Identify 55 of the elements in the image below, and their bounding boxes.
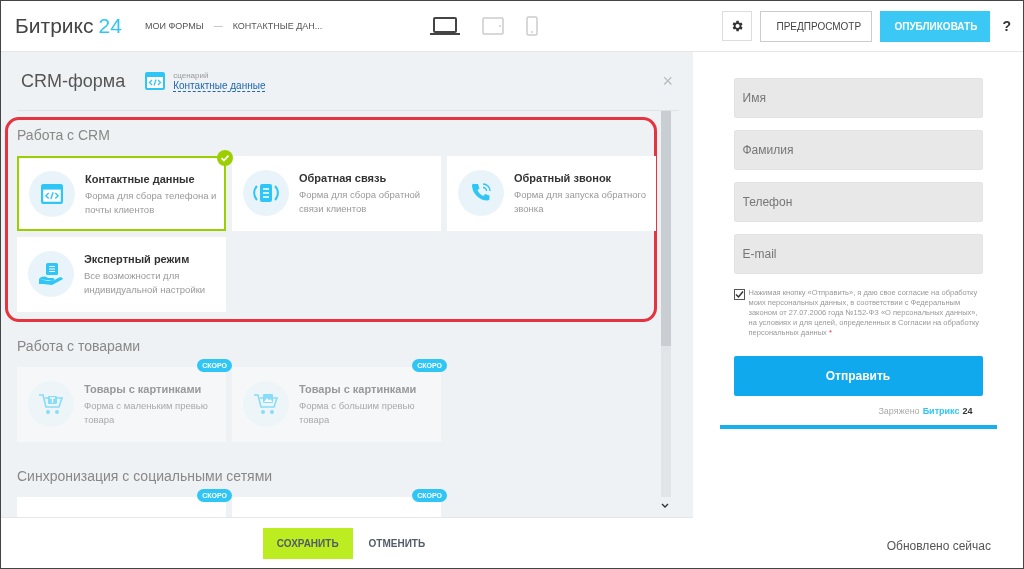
card-title: Экспертный режим xyxy=(84,253,191,265)
phone-device-icon[interactable] xyxy=(526,16,539,36)
scrollbar[interactable] xyxy=(661,111,671,497)
card-description: Форма для сбора обратной связи клиентов xyxy=(299,188,422,216)
scenario-card[interactable]: Экспертный режим Все возможности для индивидуальной настройки xyxy=(17,237,226,312)
code-window-icon xyxy=(41,184,63,204)
breadcrumb-link[interactable]: КОНТАКТНЫЕ ДАН... xyxy=(232,21,323,31)
chevron-down-icon[interactable] xyxy=(661,503,669,509)
scenario-card[interactable]: Обратная связь Форма для сбора обратной связи клиентов xyxy=(232,156,441,231)
scrollbar-thumb[interactable] xyxy=(661,111,671,346)
powered-by-label: Заряжено xyxy=(878,406,920,416)
tablet-icon[interactable] xyxy=(482,17,505,35)
scenario-card[interactable]: Контактные данные Форма для сбора телефона и почты клиентов xyxy=(17,156,226,231)
input-field[interactable]: Фамилия xyxy=(733,130,983,170)
card-title: Товары с картинками xyxy=(299,383,418,395)
card-description: Форма с большим превью товара xyxy=(299,399,416,427)
shopping-cart-icon xyxy=(38,392,64,416)
scenario-link[interactable]: Контактные данные xyxy=(173,79,266,92)
card-description: Форма для сбора телефона и почты клиентов xyxy=(85,189,218,217)
brand-name: Битрикс xyxy=(922,406,960,416)
breadcrumb-link[interactable]: МОИ ФОРМЫ xyxy=(145,21,204,31)
logo-name: Битрикс xyxy=(15,14,94,38)
laptop-icon[interactable] xyxy=(430,16,461,36)
input-field[interactable]: E-mail xyxy=(733,234,983,274)
logo-number: 24 xyxy=(98,14,122,38)
brand-number: 24 xyxy=(962,406,973,416)
settings-icon xyxy=(730,19,745,33)
scenario-caption: сценарий xyxy=(173,70,210,80)
save-button[interactable]: СОХРАНИТЬ xyxy=(262,527,353,559)
breadcrumb-separator: — xyxy=(213,21,223,31)
consent-checkbox[interactable] xyxy=(733,289,745,300)
input-field[interactable]: Телефон xyxy=(733,182,983,222)
card-title: Контактные данные xyxy=(85,173,196,185)
help-button[interactable]: ? xyxy=(998,18,1011,34)
check-icon xyxy=(217,150,233,166)
card-title: Товары с картинками xyxy=(84,383,203,395)
section-title: Работа с товарами xyxy=(17,338,142,354)
section-title: Синхронизация с социальными сетями xyxy=(17,468,274,484)
scenario-card[interactable]: Обратный звонок Форма для запуска обратного звонка xyxy=(447,156,656,231)
hand-list-icon xyxy=(38,262,64,286)
preview-button[interactable]: ПРЕДПРОСМОТР xyxy=(760,10,873,42)
card-title: Обратная связь xyxy=(299,172,388,184)
update-status: Обновлено сейчас xyxy=(886,539,991,553)
shopping-cart-icon xyxy=(253,392,279,416)
panel-title: CRM-форма xyxy=(21,70,126,92)
card-description: Форма с маленьким превью товара xyxy=(84,399,209,427)
card-description: Форма для запуска обратного звонка xyxy=(514,188,648,216)
card-title: Обратный звонок xyxy=(514,172,613,184)
settings-button[interactable] xyxy=(722,11,753,41)
code-window-icon xyxy=(145,72,166,90)
section-title: Работа с CRM xyxy=(17,127,111,143)
input-field[interactable]: Имя xyxy=(733,78,983,118)
document-icon xyxy=(253,182,279,204)
card-description: Все возможности для индивидуальной настройки xyxy=(84,269,207,297)
cancel-button[interactable]: ОТМЕНИТЬ xyxy=(362,537,432,549)
